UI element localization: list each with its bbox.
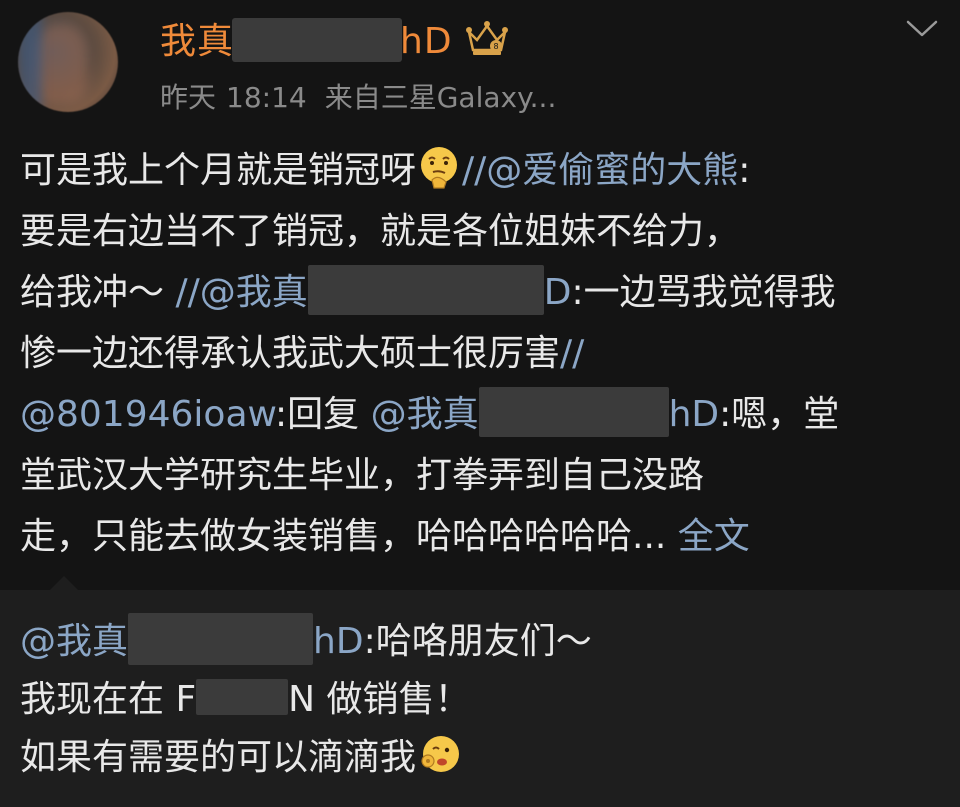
weibo-post: 我真 hD 8 昨天 18:14 来自三星Galaxy... 可是我上个月就是销冠呀 <box>0 0 960 807</box>
repost-notch <box>50 576 78 590</box>
post-meta: 昨天 18:14 来自三星Galaxy... <box>160 76 556 116</box>
svg-text:8: 8 <box>493 42 498 51</box>
repost-line-2: 我现在在 FN 做销售！ <box>20 679 471 720</box>
body-line-3: 给我冲～ //@我真 D:一边骂我觉得我 <box>20 262 945 323</box>
repost-line-1: @我真 hD:哈咯朋友们～ <box>20 613 592 671</box>
mention-redaction <box>128 613 314 665</box>
mention-redaction <box>307 265 544 315</box>
post-time: 18:14 <box>226 81 307 114</box>
body-line-7: 走，只能去做女装销售，哈哈哈哈哈哈... 全文 <box>20 516 750 557</box>
mention-redaction <box>478 387 669 437</box>
post-source[interactable]: 来自三星Galaxy... <box>325 81 557 114</box>
winking-face-emoji <box>421 736 460 772</box>
chevron-down-icon[interactable] <box>904 16 940 40</box>
thinking-face-emoji <box>421 147 458 189</box>
mention-link[interactable]: @801946ioaw <box>20 394 275 435</box>
body-line-5: @801946ioaw:回复 @我真 hD:嗯，堂 <box>20 384 945 445</box>
body-line-6: 堂武汉大学研究生毕业，打拳弄到自己没路 <box>20 455 705 496</box>
post-body: 可是我上个月就是销冠呀 //@爱偷蜜的大熊: 要是右边当不了销冠，就是各位姐妹不… <box>20 140 945 567</box>
post-header: 我真 hD 8 昨天 18:14 来自三星Galaxy... <box>0 0 960 130</box>
mention-link[interactable]: @我真 D <box>200 265 571 315</box>
username-redaction <box>232 17 403 62</box>
body-line-4: 惨一边还得承认我武大硕士很厉害// <box>20 333 585 374</box>
repost-section: @我真 hD:哈咯朋友们～ 我现在在 FN 做销售！ 如果有需要的可以滴滴我 <box>0 576 960 807</box>
username-row[interactable]: 我真 hD 8 <box>160 12 511 64</box>
body-line-1: 可是我上个月就是销冠呀 //@爱偷蜜的大熊: <box>20 140 945 201</box>
avatar[interactable] <box>18 12 118 112</box>
time-label: 昨天 <box>160 81 217 114</box>
brand-redaction <box>196 679 289 715</box>
full-text-link[interactable]: 全文 <box>678 516 750 557</box>
repost-content[interactable]: @我真 hD:哈咯朋友们～ 我现在在 FN 做销售！ 如果有需要的可以滴滴我 <box>20 613 592 787</box>
mention-link[interactable]: @我真 hD <box>371 387 719 437</box>
mention-link[interactable]: @我真 hD <box>20 613 364 665</box>
username[interactable]: 我真 hD <box>160 12 453 65</box>
repost-line-3: 如果有需要的可以滴滴我 <box>20 729 592 787</box>
mention-link[interactable]: @爱偷蜜的大熊 <box>486 150 738 191</box>
body-line-2: 要是右边当不了销冠，就是各位姐妹不给力， <box>20 211 741 252</box>
crown-badge-icon[interactable]: 8 <box>463 18 511 58</box>
